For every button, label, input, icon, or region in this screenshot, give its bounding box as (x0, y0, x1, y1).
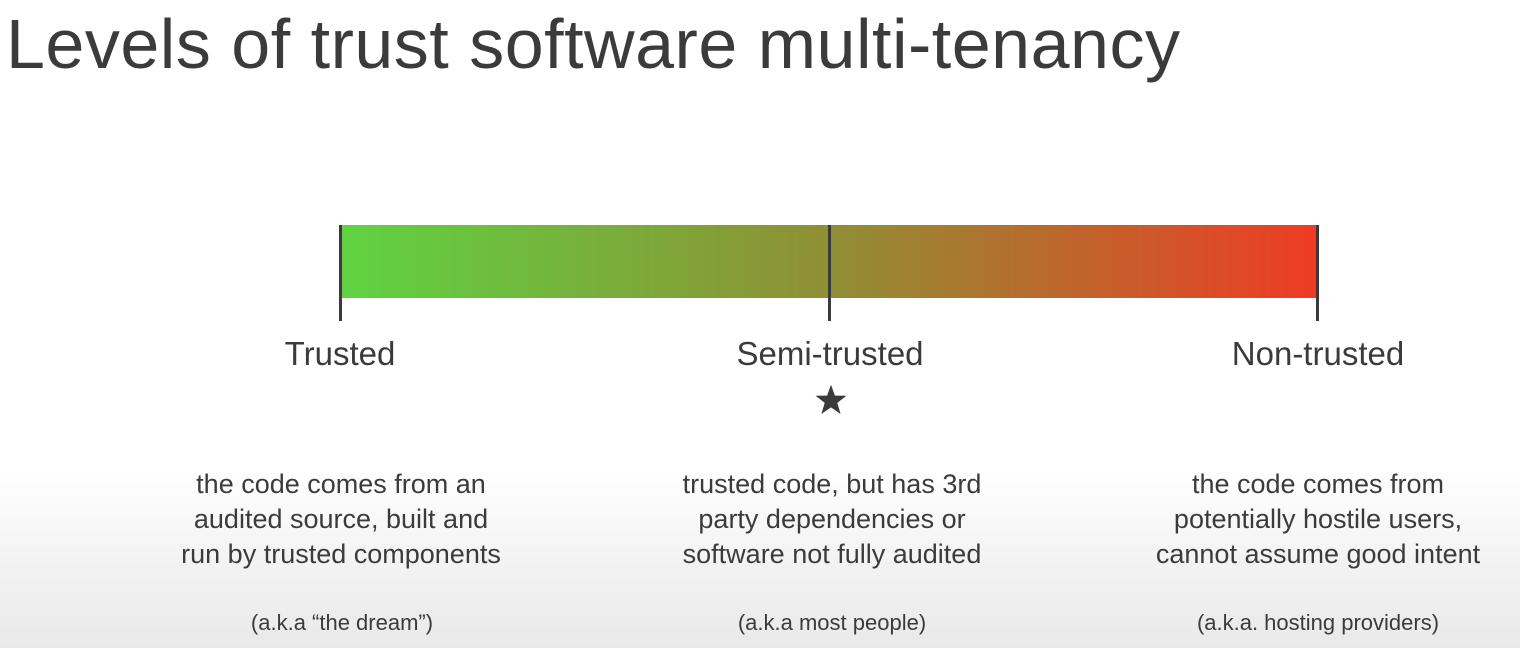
tick-semi-trusted (828, 225, 831, 321)
aka-non-trusted: (a.k.a. hosting providers) (1196, 610, 1440, 635)
description-line: the code comes from (1191, 469, 1445, 499)
aka-trusted: (a.k.a “the dream”) (250, 610, 434, 635)
slide-title: Levels of trust software multi-tenancy (6, 5, 1181, 83)
level-label-semi-trusted: Semi-trusted (736, 335, 924, 372)
description-line: audited source, built and (193, 504, 489, 534)
tick-trusted (339, 225, 342, 321)
description-semi-trusted: trusted code, but has 3rd party dependen… (622, 467, 1042, 572)
aka-semi-trusted: (a.k.a most people) (737, 610, 927, 635)
description-line: trusted code, but has 3rd (682, 469, 982, 499)
tick-non-trusted (1316, 225, 1319, 321)
description-line: software not fully audited (682, 539, 982, 569)
description-line: party dependencies or (698, 504, 966, 534)
level-label-trusted: Trusted (284, 335, 396, 372)
description-non-trusted: the code comes from potentially hostile … (1108, 467, 1520, 572)
star-icon (815, 384, 847, 414)
description-line: cannot assume good intent (1155, 539, 1481, 569)
level-label-non-trusted: Non-trusted (1231, 335, 1405, 372)
description-line: run by trusted components (181, 539, 501, 569)
description-line: potentially hostile users, (1173, 504, 1463, 534)
description-trusted: the code comes from an audited source, b… (131, 467, 551, 572)
description-line: the code comes from an (196, 469, 486, 499)
